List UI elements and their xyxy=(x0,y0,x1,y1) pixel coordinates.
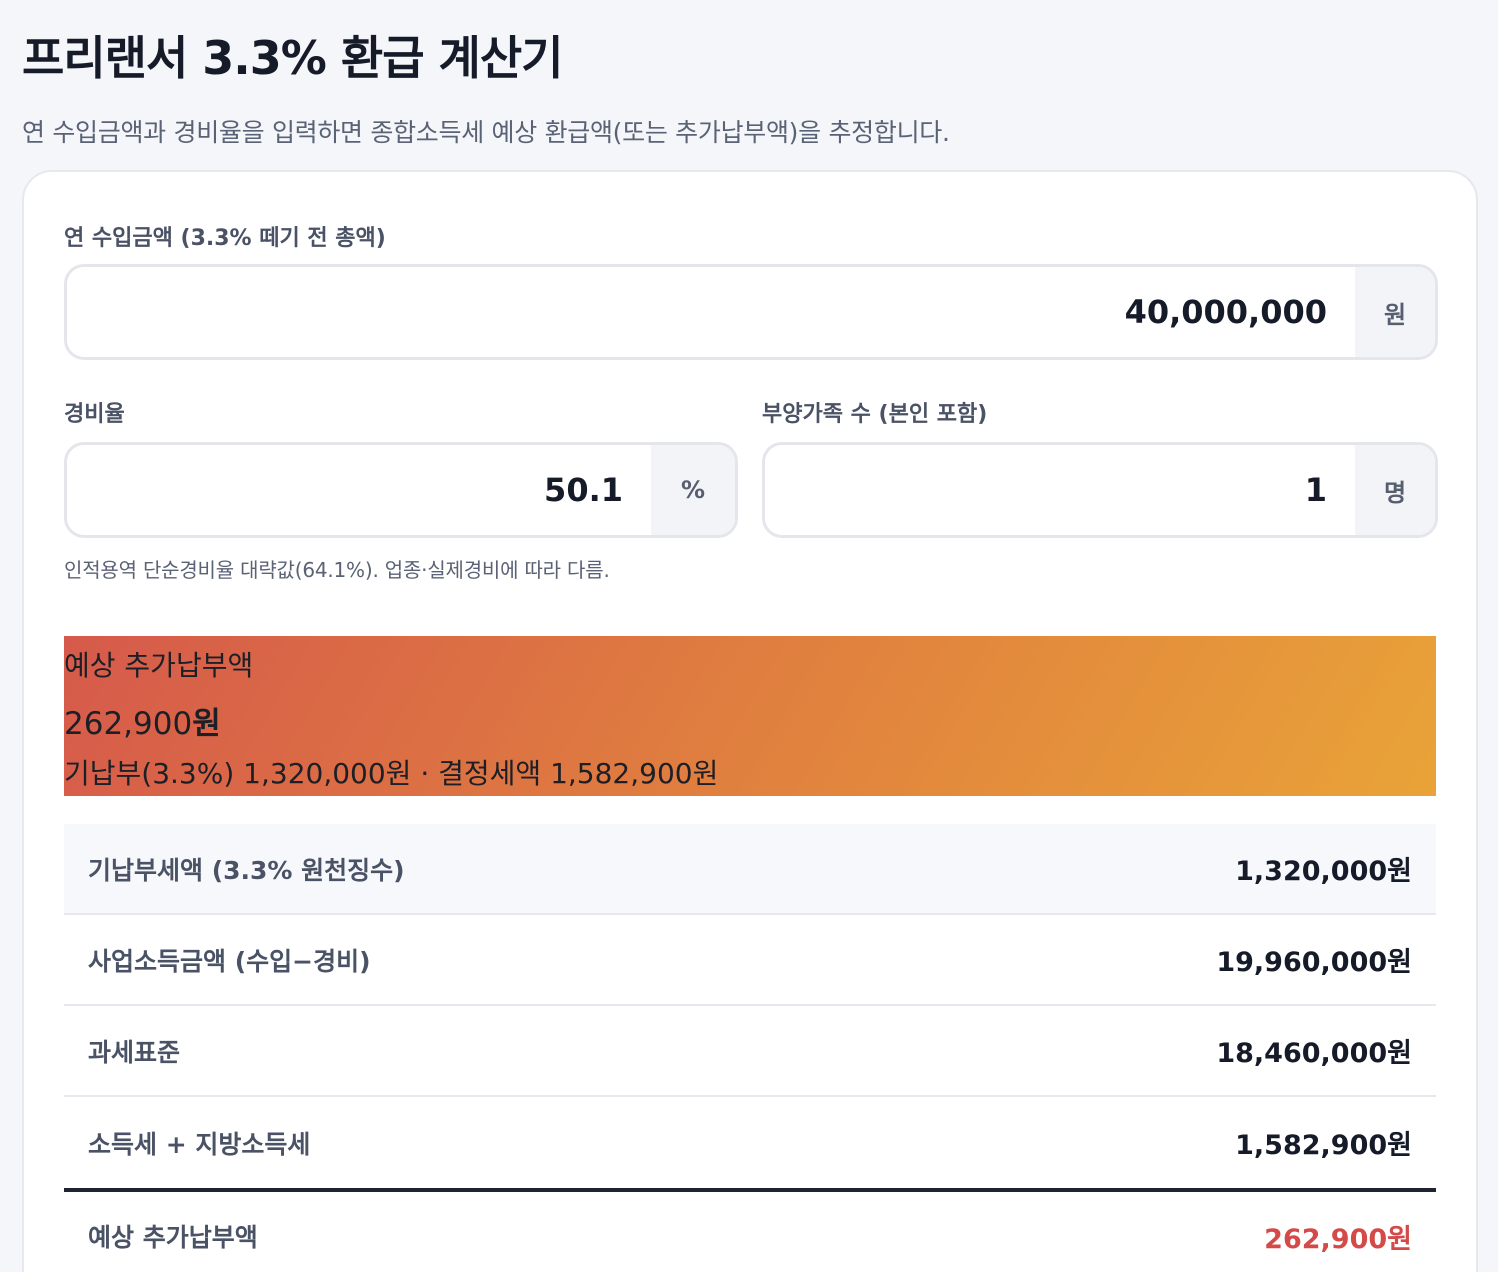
expense-rate-input[interactable] xyxy=(67,445,651,535)
expense-rate-hint: 인적용역 단순경비율 대략값(64.1%). 업종·실제경비에 따라 다름. xyxy=(64,558,610,582)
result-banner: 예상 추가납부액 262,900원 기납부(3.3%) 1,320,000원 ·… xyxy=(64,636,1436,796)
table-row: 사업소득금액 (수입−경비) 19,960,000원 xyxy=(64,915,1436,1006)
page-subtitle: 연 수입금액과 경비율을 입력하면 종합소득세 예상 환급액(또는 추가납부액)… xyxy=(22,118,950,147)
total-label: 예상 추가납부액 xyxy=(88,1223,258,1252)
total-row: 예상 추가납부액 262,900원 xyxy=(64,1188,1436,1272)
result-label: 예상 추가납부액 xyxy=(64,649,254,682)
result-amount-value: 262,900 xyxy=(64,706,193,742)
income-label: 연 수입금액 (3.3% 떼기 전 총액) xyxy=(64,226,386,251)
result-detail: 기납부(3.3%) 1,320,000원 · 결정세액 1,582,900원 xyxy=(64,757,719,790)
income-input-group: 원 xyxy=(64,264,1438,360)
row-label: 기납부세액 (3.3% 원천징수) xyxy=(88,855,405,885)
table-row: 과세표준 18,460,000원 xyxy=(64,1006,1436,1097)
total-value: 262,900원 xyxy=(1264,1223,1412,1255)
expense-rate-input-group: % xyxy=(64,442,738,538)
table-row: 기납부세액 (3.3% 원천징수) 1,320,000원 xyxy=(64,824,1436,915)
row-value: 1,320,000원 xyxy=(1235,856,1412,887)
breakdown-table: 기납부세액 (3.3% 원천징수) 1,320,000원 사업소득금액 (수입−… xyxy=(64,824,1436,1272)
page-title: 프리랜서 3.3% 환급 계산기 xyxy=(22,31,564,85)
income-unit: 원 xyxy=(1355,267,1435,357)
row-value: 1,582,900원 xyxy=(1235,1130,1412,1161)
row-value: 18,460,000원 xyxy=(1216,1038,1412,1069)
row-label: 사업소득금액 (수입−경비) xyxy=(88,946,371,976)
calculator-card: 연 수입금액 (3.3% 떼기 전 총액) 원 경비율 % 부양가족 수 (본인… xyxy=(22,170,1478,1272)
row-label: 과세표준 xyxy=(88,1037,181,1067)
income-input[interactable] xyxy=(67,267,1355,357)
row-label: 소득세 + 지방소득세 xyxy=(88,1129,311,1159)
dependents-label: 부양가족 수 (본인 포함) xyxy=(762,402,988,427)
table-row: 소득세 + 지방소득세 1,582,900원 xyxy=(64,1097,1436,1188)
result-amount-unit: 원 xyxy=(192,706,221,742)
dependents-input[interactable] xyxy=(765,445,1355,535)
dependents-input-group: 명 xyxy=(762,442,1438,538)
dependents-unit: 명 xyxy=(1355,445,1435,535)
result-amount: 262,900원 xyxy=(64,698,221,743)
expense-rate-unit: % xyxy=(651,445,735,535)
row-value: 19,960,000원 xyxy=(1216,947,1412,978)
expense-rate-label: 경비율 xyxy=(64,402,125,427)
